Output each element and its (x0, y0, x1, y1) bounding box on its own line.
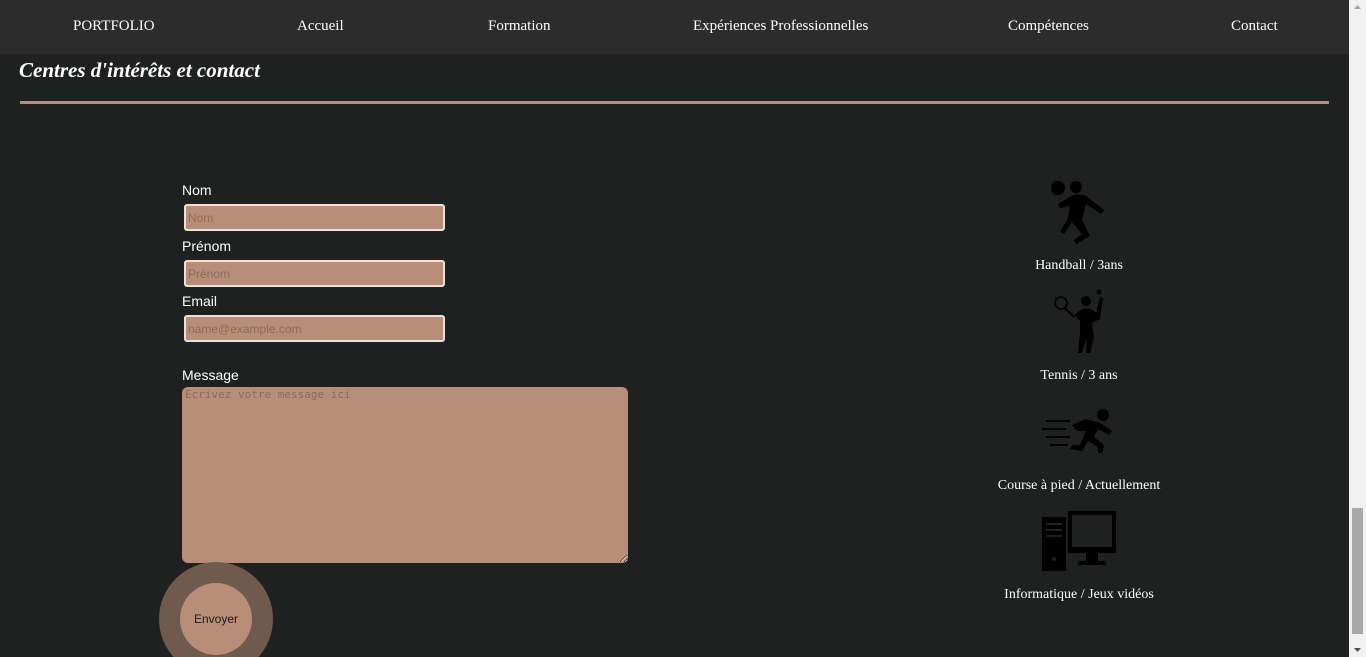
nav-item-experiences[interactable]: Expériences Professionnelles (693, 18, 868, 35)
section-divider (20, 101, 1329, 104)
message-textarea[interactable] (182, 387, 628, 563)
desktop-computer-icon (1042, 511, 1116, 571)
interest-caption-tennis: Tennis / 3 ans (1040, 368, 1118, 383)
scroll-down-arrow-icon[interactable] (1352, 644, 1363, 655)
prenom-input[interactable] (184, 260, 445, 287)
handball-player-icon (1051, 181, 1104, 244)
email-input[interactable] (184, 315, 445, 342)
interest-caption-handball: Handball / 3ans (1035, 258, 1123, 273)
navbar: PORTFOLIO Accueil Formation Expériences … (0, 0, 1349, 54)
nom-label: Nom (182, 182, 212, 198)
scrollbar-thumb[interactable] (1352, 508, 1363, 634)
interest-caption-course: Course à pied / Actuellement (997, 478, 1161, 493)
interest-caption-informatique: Informatique / Jeux vidéos (1004, 587, 1154, 602)
email-label: Email (182, 293, 218, 309)
nav-brand-portfolio[interactable]: PORTFOLIO (73, 18, 155, 35)
tennis-player-icon (1054, 289, 1103, 353)
runner-icon (1042, 409, 1112, 453)
nom-input[interactable] (184, 204, 445, 231)
section-title: Centres d'intérêts et contact (19, 58, 260, 82)
send-button[interactable]: Envoyer (180, 583, 252, 655)
nav-item-competences[interactable]: Compétences (1008, 18, 1089, 35)
message-label: Message (182, 367, 239, 383)
scroll-up-arrow-icon[interactable] (1352, 2, 1363, 13)
nav-item-formation[interactable]: Formation (488, 18, 551, 35)
prenom-label: Prénom (182, 238, 232, 254)
nav-item-accueil[interactable]: Accueil (297, 18, 344, 35)
page: PORTFOLIO Accueil Formation Expériences … (0, 0, 1349, 657)
nav-item-contact[interactable]: Contact (1231, 18, 1278, 35)
